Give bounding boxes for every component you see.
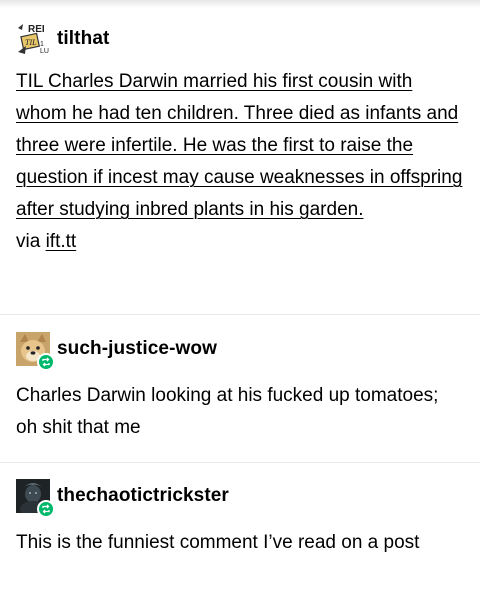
avatar[interactable] [16, 479, 55, 518]
post-body: TIL Charles Darwin married his first cou… [16, 66, 464, 226]
via-link[interactable]: ift.tt [46, 231, 77, 252]
post-username[interactable]: tilthat [57, 28, 109, 50]
til-reddit-logo-icon: REI TIL 1 LU [16, 22, 50, 56]
top-edge-shadow [0, 0, 480, 8]
reblog-icon [37, 353, 55, 371]
reblog-icon [37, 500, 55, 518]
reblog-comment: such-justice-wow Charles Darwin looking … [16, 332, 464, 444]
reblog-comment: thechaotictrickster This is the funniest… [16, 479, 464, 559]
original-post: REI TIL 1 LU tilthat TIL Charles Darwin … [16, 22, 464, 258]
post-link-text[interactable]: TIL Charles Darwin married his first cou… [16, 71, 462, 220]
post-body: Charles Darwin looking at his fucked up … [16, 385, 439, 438]
svg-text:LU: LU [40, 48, 49, 55]
post-body: This is the funniest comment I’ve read o… [16, 532, 420, 553]
divider [0, 314, 480, 315]
via-label: via [16, 231, 41, 252]
post-username[interactable]: such-justice-wow [57, 338, 217, 360]
svg-text:TIL: TIL [25, 38, 37, 47]
post-header: thechaotictrickster [16, 479, 464, 518]
avatar[interactable]: REI TIL 1 LU [16, 22, 50, 56]
post-header: such-justice-wow [16, 332, 464, 371]
avatar[interactable] [16, 332, 55, 371]
divider [0, 462, 480, 463]
svg-text:1: 1 [40, 41, 44, 48]
via-line: via ift.tt [16, 226, 464, 258]
post-header: REI TIL 1 LU tilthat [16, 22, 464, 56]
post-username[interactable]: thechaotictrickster [57, 485, 229, 507]
